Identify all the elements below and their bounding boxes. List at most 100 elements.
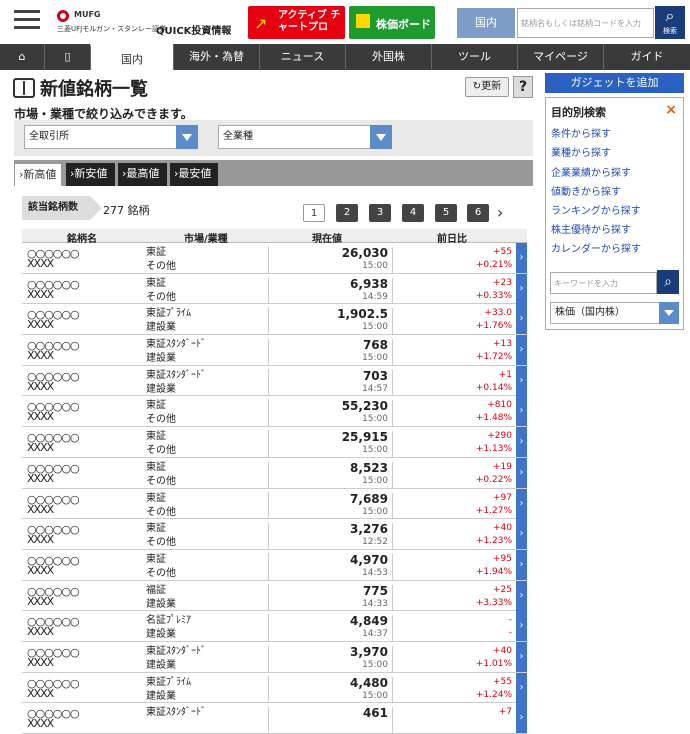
close-icon[interactable]: ×	[665, 102, 677, 118]
stock-name[interactable]: ○○○○○○ XXXX	[27, 248, 80, 269]
market: 東証ﾌﾟﾗｲﾑ	[146, 676, 191, 688]
active-chart-button[interactable]: ↗ アクティブ チャートプロ	[248, 6, 345, 39]
stock-name[interactable]: ○○○○○○ XXXX	[27, 708, 80, 729]
change-percent: +1.76%	[475, 321, 512, 332]
tab-new-high[interactable]: ›新高値	[14, 163, 62, 186]
row-detail-chevron-icon[interactable]: ›	[516, 672, 527, 703]
stock-name[interactable]: ○○○○○○ XXXX	[27, 555, 80, 576]
row-detail-chevron-icon[interactable]: ›	[516, 427, 527, 458]
row-detail-chevron-icon[interactable]: ›	[516, 641, 527, 672]
nav-domestic[interactable]: 国内	[90, 44, 173, 70]
stock-name[interactable]: ○○○○○○ XXXX	[27, 616, 80, 637]
table-row[interactable]: ○○○○○○ XXXX 東証ｽﾀﾝﾀﾞｰﾄﾞ 建設業 768 15:00 +13 +1.72%…	[22, 335, 527, 367]
table-row[interactable]: ○○○○○○ XXXX 東証ｽﾀﾝﾀﾞｰﾄﾞ 建設業 703 14:57 +1 +0.14% ›	[22, 365, 527, 397]
table-row[interactable]: ○○○○○○ XXXX 東証ﾌﾟﾗｲﾑ 建設業 1,902.5 15:00 +33.0 +1.…	[22, 304, 527, 336]
stock-name[interactable]: ○○○○○○ XXXX	[27, 647, 80, 668]
stock-code: XXXX	[27, 318, 54, 332]
stock-name[interactable]: ○○○○○○ XXXX	[27, 432, 80, 453]
stock-name[interactable]: ○○○○○○ XXXX	[27, 524, 80, 545]
row-detail-chevron-icon[interactable]: ›	[516, 335, 527, 366]
search-input[interactable]: 銘柄名もしくは銘柄コードを入力	[517, 8, 654, 38]
stock-name[interactable]: ○○○○○○ XXXX	[27, 309, 80, 332]
table-row[interactable]: ○○○○○○ XXXX 東証 その他 7,689 15:00 +97 +1.27% ›	[22, 488, 527, 520]
row-detail-chevron-icon[interactable]: ›	[516, 703, 527, 734]
market-sector: 東証ﾌﾟﾗｲﾑ 建設業	[146, 307, 191, 335]
row-detail-chevron-icon[interactable]: ›	[516, 243, 527, 273]
table-row[interactable]: ○○○○○○ XXXX 東証 その他 6,938 14:59 +23 +0.33% ›	[22, 273, 527, 305]
page-button[interactable]: 5	[435, 204, 457, 222]
table-row[interactable]: ○○○○○○ XXXX 東証 その他 25,915 15:00 +290 +1.13% ›	[22, 427, 527, 459]
stock-name[interactable]: ○○○○○○ XXXX	[27, 586, 80, 607]
add-gadget-button[interactable]: ガジェットを追加	[545, 73, 684, 93]
tab-lowest[interactable]: ›最安値	[170, 163, 218, 186]
search-icon[interactable]: ⌕	[657, 270, 679, 294]
side-link-conditions[interactable]: 条件から探す	[551, 125, 611, 140]
table-row[interactable]: ○○○○○○ XXXX 東証ﾌﾟﾗｲﾑ 建設業 4,480 15:00 +55 +1.24% ›	[22, 672, 527, 704]
nav-overseas-fx[interactable]: 海外・為替	[173, 44, 259, 70]
row-detail-chevron-icon[interactable]: ›	[516, 396, 527, 427]
price-time: 15:00	[362, 414, 388, 425]
price-time: 14:59	[362, 291, 388, 302]
help-button[interactable]: ?	[513, 76, 533, 98]
page-button[interactable]: 3	[369, 204, 391, 222]
table-row[interactable]: ○○○○○○ XXXX 東証ｽﾀﾝﾀﾞｰﾄﾞ 建設業 3,970 15:00 +40 +1.0…	[22, 641, 527, 673]
side-link-calendar[interactable]: カレンダーから探す	[551, 240, 641, 255]
table-row[interactable]: ○○○○○○ XXXX 東証 その他 55,230 15:00 +810 +1.48% ›	[22, 396, 527, 428]
search-button[interactable]: ⌕ 検索	[655, 6, 685, 39]
row-detail-chevron-icon[interactable]: ›	[516, 304, 527, 335]
refresh-button[interactable]: ↻更新	[465, 77, 509, 97]
table-row[interactable]: ○○○○○○ XXXX 東証 その他 3,276 12:52 +40 +1.23% ›	[22, 519, 527, 551]
nav-news[interactable]: ニュース	[259, 44, 345, 70]
side-link-benefits[interactable]: 株主優待から探す	[551, 221, 631, 236]
table-row[interactable]: ○○○○○○ XXXX 福証 建設業 775 14:33 +25 +3.33% ›	[22, 580, 527, 612]
nav-foreign-stocks[interactable]: 外国株	[345, 44, 431, 70]
stock-name[interactable]: ○○○○○○ XXXX	[27, 494, 80, 515]
stock-name[interactable]: ○○○○○○ XXXX	[27, 340, 80, 361]
stock-name[interactable]: ○○○○○○ XXXX	[27, 371, 80, 392]
nav-mypage[interactable]: マイページ	[517, 44, 603, 70]
table-row[interactable]: ○○○○○○ XXXX 名証ﾌﾟﾚﾐｱ 建設業 4,849 14:37- - ›	[22, 611, 527, 643]
tab-highest[interactable]: ›最高値	[118, 163, 167, 186]
side-link-sector[interactable]: 業種から探す	[551, 144, 611, 159]
page-button[interactable]: 1	[303, 204, 325, 222]
page-button[interactable]: 4	[402, 204, 424, 222]
row-detail-chevron-icon[interactable]: ›	[516, 519, 527, 550]
table-row[interactable]: ○○○○○○ XXXX 東証 その他 4,970 14:53 +95 +1.94% ›	[22, 549, 527, 581]
stock-name[interactable]: ○○○○○○ XXXX	[27, 678, 80, 699]
menu-icon[interactable]	[14, 10, 40, 32]
side-link-earnings[interactable]: 企業業績から探す	[551, 164, 631, 179]
sector-select[interactable]: 全業種	[218, 125, 392, 149]
logo[interactable]: MUFG 三菱UFJモルガン・スタンレー証券 QUICK投資情報	[57, 10, 247, 37]
row-detail-chevron-icon[interactable]: ›	[516, 549, 527, 580]
stock-name[interactable]: ○○○○○○ XXXX	[27, 279, 80, 300]
table-row[interactable]: ○○○○○○ XXXX 東証 その他 8,523 15:00 +19 +0.22% ›	[22, 457, 527, 489]
nav-tools[interactable]: ツール	[431, 44, 517, 70]
tab-new-low[interactable]: ›新安値	[66, 163, 115, 186]
row-detail-chevron-icon[interactable]: ›	[516, 365, 527, 396]
book-icon	[13, 78, 35, 98]
row-detail-chevron-icon[interactable]: ›	[516, 457, 527, 488]
next-page-icon[interactable]: ›	[497, 203, 503, 222]
side-link-price-move[interactable]: 値動きから探す	[551, 183, 621, 198]
page-button[interactable]: 2	[336, 204, 358, 222]
row-detail-chevron-icon[interactable]: ›	[516, 488, 527, 519]
market: 東証	[146, 431, 166, 443]
keyword-input[interactable]: キーワードを入力	[550, 272, 657, 294]
row-detail-chevron-icon[interactable]: ›	[516, 273, 527, 304]
page-button[interactable]: 6	[467, 204, 489, 222]
region-button[interactable]: 国内	[457, 8, 515, 38]
asset-select[interactable]: 株価（国内株）	[550, 302, 679, 324]
tab-label: 新安値	[74, 167, 108, 180]
home-icon[interactable]: ⌂	[0, 44, 44, 70]
market-select[interactable]: 全取引所	[24, 125, 198, 149]
nav-guide[interactable]: ガイド	[603, 44, 690, 70]
book-icon[interactable]: ▯	[44, 44, 90, 70]
stock-name[interactable]: ○○○○○○ XXXX	[27, 401, 80, 422]
table-row[interactable]: ○○○○○○ XXXX 東証 その他 26,030 15:00 +55 +0.21% ›	[22, 243, 527, 274]
table-row[interactable]: ○○○○○○ XXXX 東証ｽﾀﾝﾀﾞｰﾄﾞ 461 +7 ›	[22, 703, 527, 734]
side-link-ranking[interactable]: ランキングから探す	[551, 202, 641, 217]
stock-name[interactable]: ○○○○○○ XXXX	[27, 463, 80, 484]
row-detail-chevron-icon[interactable]: ›	[516, 611, 527, 642]
row-detail-chevron-icon[interactable]: ›	[516, 580, 527, 611]
stock-board-button[interactable]: 株価ボード	[349, 6, 435, 39]
